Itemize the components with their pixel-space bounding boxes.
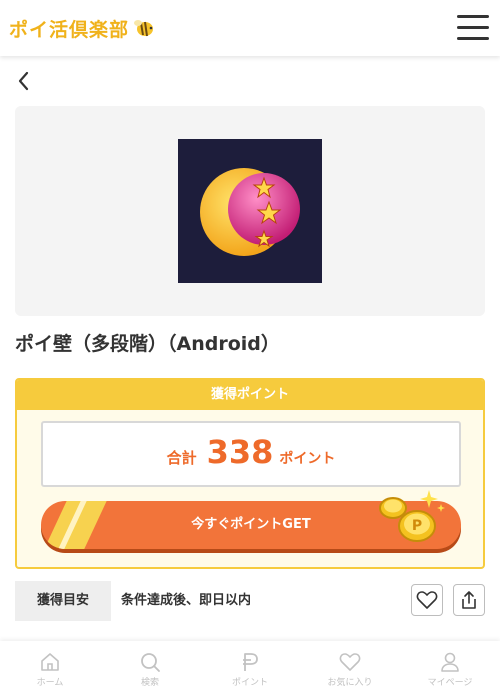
campaign-title: ポイ壁（多段階）（Android） xyxy=(15,333,280,355)
campaign-hero xyxy=(15,106,485,316)
points-box-header: 獲得ポイント xyxy=(17,380,483,410)
heart-icon xyxy=(416,591,438,609)
app-header: ポイ活倶楽部 xyxy=(0,0,500,56)
coins-icon: P xyxy=(379,490,445,542)
share-button[interactable] xyxy=(453,584,485,616)
page: ポイ活倶楽部 ポイ壁（多段階）（Android） 獲得ポイント 合計 338 ポ… xyxy=(0,0,500,700)
estimate-text: 条件達成後、即日以内 xyxy=(121,593,252,608)
home-icon xyxy=(41,653,59,671)
chevron-left-icon[interactable] xyxy=(14,70,36,92)
points-unit: ポイント xyxy=(279,451,336,467)
nav-home[interactable]: ホーム xyxy=(0,641,100,700)
moon-stars-app-icon xyxy=(178,139,322,283)
total-label: 合計 xyxy=(166,449,197,467)
hamburger-menu-icon[interactable] xyxy=(457,14,489,42)
nav-home-label: ホーム xyxy=(36,678,64,688)
points-total: 合計 338 ポイント xyxy=(41,421,461,487)
favorite-button[interactable] xyxy=(411,584,443,616)
nav-favorites[interactable]: お気に入り xyxy=(300,641,400,700)
nav-points-label: ポイント xyxy=(231,678,268,688)
points-p-icon xyxy=(243,653,258,671)
user-icon xyxy=(441,652,459,672)
search-icon xyxy=(141,653,160,672)
nav-search[interactable]: 検索 xyxy=(100,641,200,700)
nav-search-label: 検索 xyxy=(140,678,159,688)
nav-mypage-label: マイページ xyxy=(427,678,473,688)
site-logo[interactable]: ポイ活倶楽部 xyxy=(9,14,156,42)
estimate-tag: 獲得目安 xyxy=(15,581,111,621)
share-icon xyxy=(462,591,476,609)
heart-icon xyxy=(339,653,361,671)
bottom-nav: ホーム 検索 ポイント お気に入り マイページ xyxy=(0,641,500,700)
total-value: 338 xyxy=(206,433,274,471)
nav-points[interactable]: ポイント xyxy=(200,641,300,700)
bee-icon xyxy=(134,20,154,37)
nav-favorites-label: お気に入り xyxy=(327,678,373,688)
svg-text:P: P xyxy=(412,518,422,534)
logo-text: ポイ活倶楽部 xyxy=(9,18,130,41)
nav-mypage[interactable]: マイページ xyxy=(400,641,500,700)
